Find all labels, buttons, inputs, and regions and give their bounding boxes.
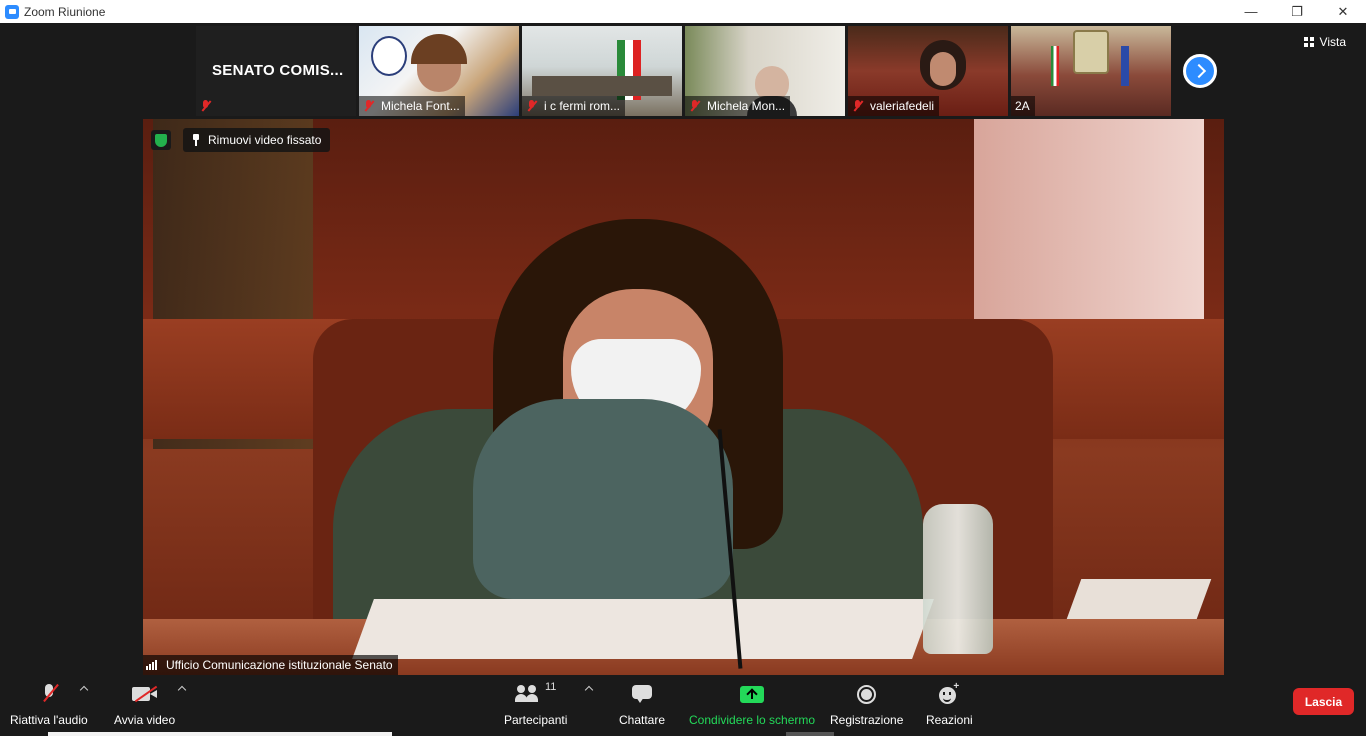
participant-tile[interactable]: i c fermi rom...: [522, 26, 682, 116]
speaker-name-label: Ufficio Comunicazione istituzionale Sena…: [143, 655, 398, 675]
meeting-toolbar: Riattiva l'audio Avvia video 11 Partecip…: [0, 675, 1366, 736]
video-overlay-bar: Rimuovi video fissato: [151, 128, 331, 152]
speaker-name: Ufficio Comunicazione istituzionale Sena…: [166, 658, 393, 672]
start-video-button[interactable]: Avvia video: [114, 681, 175, 727]
microphone-muted-icon: [42, 684, 56, 704]
video-options-chevron-up-icon[interactable]: [177, 685, 187, 695]
close-button[interactable]: ✕: [1320, 0, 1366, 23]
next-page-arrow-icon[interactable]: [1183, 54, 1217, 88]
record-icon: [857, 684, 877, 704]
participant-tile[interactable]: Michela Mon...: [685, 26, 845, 116]
main-video[interactable]: [143, 119, 1224, 675]
participant-tile[interactable]: Michela Font...: [359, 26, 519, 116]
participant-name-large: SENATO COMIS...: [212, 62, 344, 79]
participant-name: i c fermi rom...: [544, 99, 621, 113]
record-label: Registrazione: [830, 713, 904, 727]
participant-name-bar: i c fermi rom...: [522, 96, 626, 116]
chat-button[interactable]: Chattare: [619, 681, 665, 727]
mic-muted-icon: [200, 100, 212, 112]
mic-muted-icon: [852, 100, 864, 112]
grid-icon: [1303, 37, 1314, 47]
share-screen-icon: [740, 685, 765, 703]
record-button[interactable]: Registrazione: [830, 681, 903, 727]
participant-name: Michela Mon...: [707, 99, 786, 113]
participant-name-bar: [196, 96, 223, 116]
share-screen-button[interactable]: Condividere lo schermo: [689, 681, 815, 727]
window-title: Zoom Riunione: [24, 4, 106, 19]
reactions-smiley-icon: +: [939, 681, 959, 704]
title-bar: Zoom Riunione — ❐ ✕: [0, 0, 1366, 23]
unpin-video-button[interactable]: Rimuovi video fissato: [183, 128, 331, 152]
participant-name: 2A: [1015, 99, 1030, 113]
participants-icon: [514, 685, 541, 703]
participant-tile[interactable]: 2A: [1011, 26, 1171, 116]
chat-label: Chattare: [619, 713, 666, 727]
participant-strip: SENATO COMIS... Michela Font... i c ferm…: [196, 26, 1171, 116]
minimize-button[interactable]: —: [1228, 0, 1274, 23]
view-button[interactable]: Vista: [1303, 35, 1346, 49]
participant-name-bar: valeriafedeli: [848, 96, 940, 116]
mic-muted-icon: [363, 100, 375, 112]
participant-name: Michela Font...: [381, 99, 460, 113]
window-controls: — ❐ ✕: [1228, 0, 1366, 23]
camera-off-icon: [131, 685, 158, 703]
participants-options-chevron-up-icon[interactable]: [584, 685, 594, 695]
chat-icon: [632, 685, 653, 703]
start-video-label: Avvia video: [114, 713, 176, 727]
share-screen-label: Condividere lo schermo: [689, 713, 816, 727]
participant-name: valeriafedeli: [870, 99, 935, 113]
participant-name-bar: Michela Font...: [359, 96, 465, 116]
reactions-button[interactable]: + Reazioni: [926, 681, 973, 727]
restore-button[interactable]: ❐: [1274, 0, 1320, 23]
unpin-video-label: Rimuovi video fissato: [208, 133, 322, 147]
leave-meeting-button[interactable]: Lascia: [1293, 688, 1354, 715]
participant-name-bar: Michela Mon...: [685, 96, 791, 116]
mic-muted-icon: [689, 100, 701, 112]
reactions-label: Reazioni: [926, 713, 973, 727]
security-shield-icon[interactable]: [151, 130, 171, 150]
meeting-area: SENATO COMIS... Michela Font... i c ferm…: [0, 23, 1366, 675]
unmute-audio-label: Riattiva l'audio: [10, 713, 88, 727]
mic-muted-icon: [526, 100, 538, 112]
water-bottle: [923, 504, 993, 654]
participants-button[interactable]: 11 Partecipanti: [504, 681, 567, 727]
zoom-logo-icon: [5, 4, 19, 19]
pin-icon: [191, 134, 201, 146]
participant-name-bar: 2A: [1011, 96, 1035, 116]
participants-count: 11: [544, 681, 557, 693]
unmute-audio-button[interactable]: Riattiva l'audio: [10, 681, 88, 727]
participant-tile[interactable]: valeriafedeli: [848, 26, 1008, 116]
connection-signal-icon: [146, 660, 160, 670]
participants-label: Partecipanti: [504, 713, 568, 727]
participant-tile[interactable]: SENATO COMIS...: [196, 26, 356, 116]
view-button-label: Vista: [1319, 35, 1346, 49]
